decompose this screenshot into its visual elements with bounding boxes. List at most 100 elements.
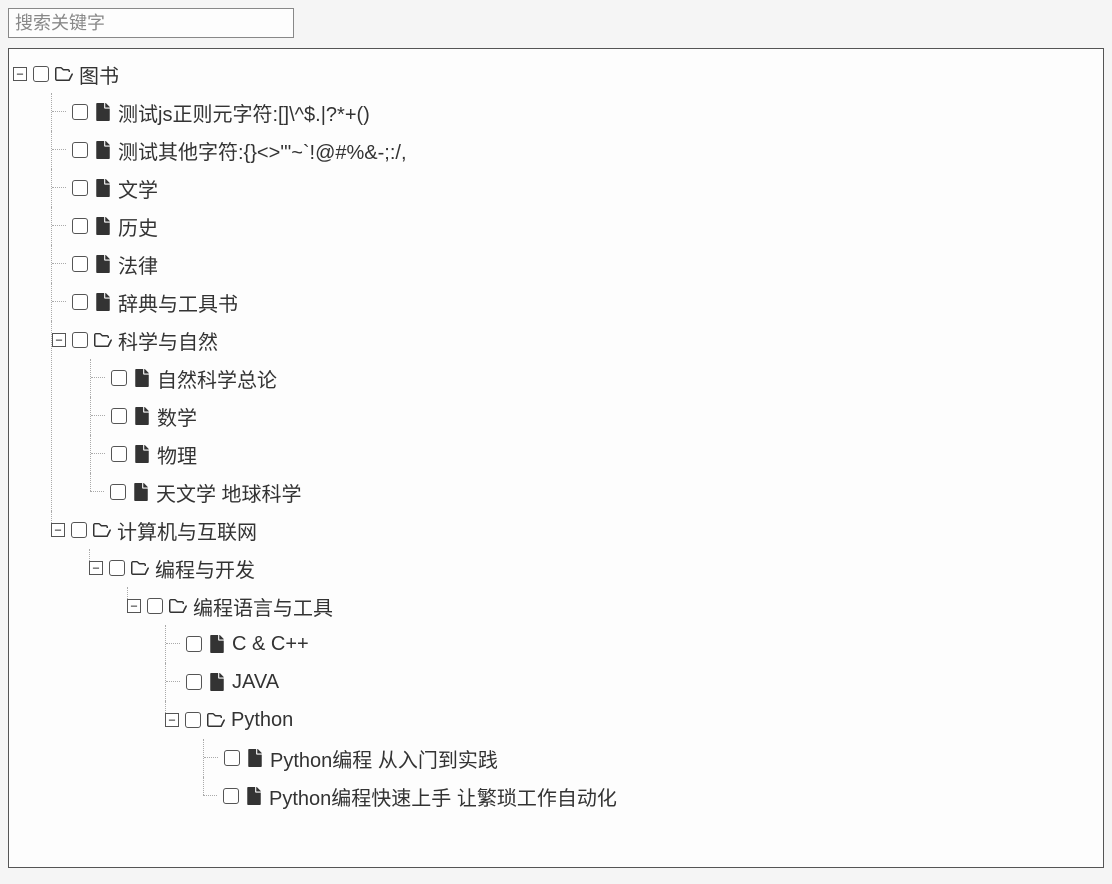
search-input[interactable] xyxy=(8,8,294,38)
tree-row: 数学 xyxy=(91,397,1099,435)
tree-node: 数学 xyxy=(90,397,1099,435)
node-checkbox[interactable] xyxy=(185,712,201,728)
tree-node: 文学 xyxy=(51,169,1099,207)
node-checkbox[interactable] xyxy=(147,598,163,614)
file-icon xyxy=(94,293,112,311)
node-checkbox[interactable] xyxy=(186,636,202,652)
node-checkbox[interactable] xyxy=(72,180,88,196)
node-checkbox[interactable] xyxy=(110,484,126,500)
node-checkbox[interactable] xyxy=(111,446,127,462)
file-icon xyxy=(133,407,151,425)
node-checkbox[interactable] xyxy=(71,522,87,538)
node-checkbox[interactable] xyxy=(72,332,88,348)
node-label[interactable]: JAVA xyxy=(232,671,279,694)
tree-node: − Python Python编程 从入门到实践 Python编程快速上手 让繁琐工作… xyxy=(165,701,1099,815)
tree-node: Python编程快速上手 让繁琐工作自动化 xyxy=(203,777,1099,815)
file-icon xyxy=(133,445,151,463)
tree-row: 测试js正则元字符:[]\^$.|?*+() xyxy=(52,93,1099,131)
collapse-toggle[interactable]: − xyxy=(51,523,65,537)
tree-node: JAVA xyxy=(165,663,1099,701)
node-label[interactable]: Python编程 从入门到实践 xyxy=(270,744,498,773)
node-label[interactable]: C & C++ xyxy=(232,633,309,656)
tree-children: − 编程语言与工具 C & C++ JAVA − Python Python编程 从入门到实… xyxy=(89,587,1099,815)
tree-row: − 科学与自然 xyxy=(52,321,1099,359)
node-label[interactable]: 法律 xyxy=(118,250,158,279)
tree-node: 测试其他字符:{}<>'"~`!@#%&-;:/, xyxy=(51,131,1099,169)
tree-row: Python编程快速上手 让繁琐工作自动化 xyxy=(203,777,1099,815)
file-icon xyxy=(133,369,151,387)
node-label[interactable]: 测试js正则元字符:[]\^$.|?*+() xyxy=(118,98,370,127)
node-label[interactable]: 编程语言与工具 xyxy=(193,592,333,621)
file-icon xyxy=(245,787,263,805)
folder-open-icon xyxy=(131,559,149,577)
node-label[interactable]: 测试其他字符:{}<>'"~`!@#%&-;:/, xyxy=(118,136,407,165)
node-checkbox[interactable] xyxy=(224,750,240,766)
folder-open-icon xyxy=(169,597,187,615)
node-label[interactable]: 数学 xyxy=(157,402,197,431)
node-label[interactable]: 辞典与工具书 xyxy=(118,288,238,317)
node-checkbox[interactable] xyxy=(72,104,88,120)
toggle-spacer xyxy=(52,143,66,157)
node-checkbox[interactable] xyxy=(111,370,127,386)
tree-row: C & C++ xyxy=(166,625,1099,663)
tree-panel[interactable]: − 图书测试js正则元字符:[]\^$.|?*+() 测试其他字符:{}<>'"~`… xyxy=(8,48,1104,868)
tree-node: − 编程与开发 − 编程语言与工具 C & C++ JAVA − Python Python编程… xyxy=(89,549,1099,815)
collapse-toggle[interactable]: − xyxy=(52,333,66,347)
node-label[interactable]: 天文学 地球科学 xyxy=(156,478,302,507)
collapse-toggle[interactable]: − xyxy=(165,713,179,727)
node-checkbox[interactable] xyxy=(72,142,88,158)
file-icon xyxy=(246,749,264,767)
tree-node: 测试js正则元字符:[]\^$.|?*+() xyxy=(51,93,1099,131)
file-icon xyxy=(94,255,112,273)
node-label[interactable]: Python编程快速上手 让繁琐工作自动化 xyxy=(269,782,617,811)
tree-children: 自然科学总论数学物理天文学 地球科学 xyxy=(52,359,1099,511)
toggle-spacer xyxy=(166,637,180,651)
node-label[interactable]: 图书 xyxy=(79,60,119,89)
file-icon xyxy=(94,179,112,197)
tree-node: Python编程 从入门到实践 xyxy=(203,739,1099,777)
tree-row: 文学 xyxy=(52,169,1099,207)
folder-open-icon xyxy=(207,711,225,729)
tree-row: 物理 xyxy=(91,435,1099,473)
node-checkbox[interactable] xyxy=(72,218,88,234)
file-icon xyxy=(208,673,226,691)
tree-children: C & C++JAVA−PythonPython编程 从入门到实践Python编… xyxy=(127,625,1099,815)
collapse-toggle[interactable]: − xyxy=(89,561,103,575)
folder-open-icon xyxy=(94,331,112,349)
toggle-spacer xyxy=(166,675,180,689)
node-label[interactable]: 编程与开发 xyxy=(155,554,255,583)
node-label[interactable]: 计算机与互联网 xyxy=(117,516,257,545)
file-icon xyxy=(94,217,112,235)
node-checkbox[interactable] xyxy=(223,788,239,804)
tree-children: − 编程与开发 − 编程语言与工具 C & C++ JAVA − Python Python编程… xyxy=(51,549,1099,815)
tree-node: − 科学与自然自然科学总论数学物理天文学 地球科学 xyxy=(51,321,1099,511)
tree-root: − 图书测试js正则元字符:[]\^$.|?*+() 测试其他字符:{}<>'"~`… xyxy=(13,55,1099,815)
collapse-toggle[interactable]: − xyxy=(13,67,27,81)
tree-row: − 计算机与互联网 xyxy=(51,511,1099,549)
node-checkbox[interactable] xyxy=(186,674,202,690)
tree-row: 历史 xyxy=(52,207,1099,245)
tree-children: Python编程 从入门到实践 Python编程快速上手 让繁琐工作自动化 xyxy=(165,739,1099,815)
node-label[interactable]: 自然科学总论 xyxy=(157,364,277,393)
node-checkbox[interactable] xyxy=(72,294,88,310)
folder-open-icon xyxy=(93,521,111,539)
node-label[interactable]: Python xyxy=(231,709,293,732)
toggle-spacer xyxy=(90,485,104,499)
node-label[interactable]: 文学 xyxy=(118,174,158,203)
tree-row: − 编程语言与工具 xyxy=(127,587,1099,625)
tree-row: 自然科学总论 xyxy=(91,359,1099,397)
tree-node: 自然科学总论 xyxy=(90,359,1099,397)
node-label[interactable]: 物理 xyxy=(157,440,197,469)
collapse-toggle[interactable]: − xyxy=(127,599,141,613)
node-label[interactable]: 历史 xyxy=(118,212,158,241)
toggle-spacer xyxy=(204,751,218,765)
node-checkbox[interactable] xyxy=(111,408,127,424)
node-checkbox[interactable] xyxy=(109,560,125,576)
node-checkbox[interactable] xyxy=(33,66,49,82)
node-checkbox[interactable] xyxy=(72,256,88,272)
toggle-spacer xyxy=(52,105,66,119)
tree-row: JAVA xyxy=(166,663,1099,701)
tree-node: 天文学 地球科学 xyxy=(90,473,1099,511)
node-label[interactable]: 科学与自然 xyxy=(118,326,218,355)
tree-node: 物理 xyxy=(90,435,1099,473)
